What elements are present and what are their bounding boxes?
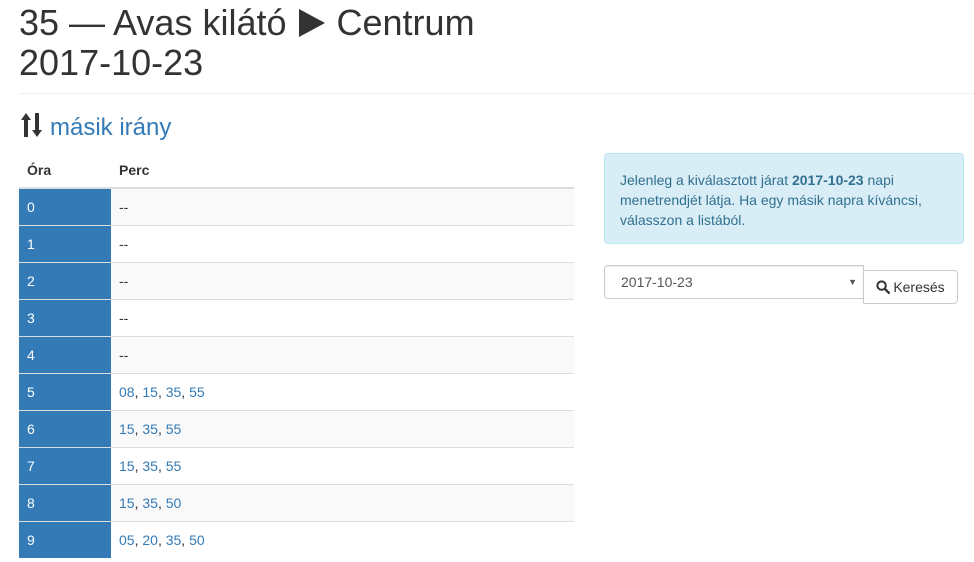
chevron-down-icon: ▼: [848, 277, 857, 287]
departure-minute-link[interactable]: 35: [142, 421, 158, 437]
hour-cell: 1: [19, 224, 111, 262]
minutes-cell: 05, 20, 35, 50: [111, 520, 574, 558]
hour-cell: 7: [19, 446, 111, 484]
search-icon: [876, 280, 891, 295]
no-departures-marker: --: [119, 235, 129, 252]
departure-minute-link[interactable]: 35: [166, 532, 182, 548]
minutes-cell: --: [111, 261, 574, 299]
header-divider: [19, 93, 974, 94]
hour-cell: 2: [19, 261, 111, 299]
hour-cell: 9: [19, 520, 111, 558]
table-row: 0 --: [19, 187, 574, 225]
departure-minute-link[interactable]: 35: [142, 458, 158, 474]
title-route-to: Centrum: [336, 2, 475, 43]
table-row: 7 15, 35, 55: [19, 446, 574, 484]
play-icon: [298, 9, 325, 37]
minute-column-header: Perc: [111, 153, 574, 189]
search-button[interactable]: Keresés: [863, 270, 958, 304]
departure-minute-link[interactable]: 15: [119, 458, 135, 474]
timetable-header-row: Óra Perc: [19, 153, 574, 189]
departure-minute-link[interactable]: 50: [166, 495, 182, 511]
other-direction-link[interactable]: másik irány: [50, 114, 171, 141]
hour-cell: 6: [19, 409, 111, 447]
departure-minute-link[interactable]: 15: [119, 421, 135, 437]
departure-minute-link[interactable]: 15: [142, 384, 158, 400]
hour-column-header: Óra: [19, 153, 111, 189]
page: 35 — Avas kilátó Centrum 2017-10-23 mási…: [0, 0, 974, 562]
date-select[interactable]: 2017-10-23 ▼: [604, 265, 864, 299]
table-row: 1 --: [19, 224, 574, 262]
info-text-before: Jelenleg a kiválasztott járat: [620, 172, 792, 188]
departure-minute-link[interactable]: 20: [142, 532, 158, 548]
timetable: Óra Perc 0 -- 1 -- 2 -- 3 -- 4 -- 5 08, 15, 35, 55 6…: [19, 153, 574, 558]
departure-minute-link[interactable]: 55: [166, 421, 182, 437]
no-departures-marker: --: [119, 272, 129, 289]
minutes-cell: --: [111, 298, 574, 336]
table-row: 5 08, 15, 35, 55: [19, 372, 574, 410]
table-row: 9 05, 20, 35, 50: [19, 520, 574, 558]
no-departures-marker: --: [119, 346, 129, 363]
no-departures-marker: --: [119, 198, 129, 215]
title-route-from: 35 — Avas kilátó: [19, 2, 287, 43]
title-route-line: 35 — Avas kilátó Centrum: [19, 3, 475, 43]
table-row: 8 15, 35, 50: [19, 483, 574, 521]
minutes-cell: --: [111, 335, 574, 373]
departure-minute-link[interactable]: 05: [119, 532, 135, 548]
no-departures-marker: --: [119, 309, 129, 326]
minutes-cell: 15, 35, 55: [111, 446, 574, 484]
minutes-cell: --: [111, 224, 574, 262]
departure-minute-link[interactable]: 35: [142, 495, 158, 511]
departure-minute-link[interactable]: 50: [189, 532, 205, 548]
hour-cell: 5: [19, 372, 111, 410]
hour-cell: 3: [19, 298, 111, 336]
table-row: 3 --: [19, 298, 574, 336]
hour-cell: 4: [19, 335, 111, 373]
table-row: 2 --: [19, 261, 574, 299]
search-button-label: Keresés: [893, 279, 945, 295]
departure-minute-link[interactable]: 55: [189, 384, 205, 400]
departure-minute-link[interactable]: 08: [119, 384, 135, 400]
minutes-cell: 15, 35, 55: [111, 409, 574, 447]
title-date: 2017-10-23: [19, 42, 204, 83]
date-select-value: 2017-10-23: [621, 274, 693, 290]
direction-switch: másik irány: [19, 112, 171, 143]
page-title: 35 — Avas kilátó Centrum 2017-10-23: [19, 3, 475, 83]
table-row: 4 --: [19, 335, 574, 373]
table-row: 6 15, 35, 55: [19, 409, 574, 447]
minutes-cell: 08, 15, 35, 55: [111, 372, 574, 410]
minutes-cell: 15, 35, 50: [111, 483, 574, 521]
info-date: 2017-10-23: [791, 172, 864, 188]
timetable-body: 0 -- 1 -- 2 -- 3 -- 4 -- 5 08, 15, 35, 55 6 15, 35, 5…: [19, 187, 574, 558]
departure-minute-link[interactable]: 15: [119, 495, 135, 511]
info-alert: Jelenleg a kiválasztott járat 2017-10-23…: [604, 153, 964, 244]
hour-cell: 0: [19, 187, 111, 225]
hour-cell: 8: [19, 483, 111, 521]
sort-arrows-icon: [21, 113, 42, 137]
minutes-cell: --: [111, 187, 574, 225]
departure-minute-link[interactable]: 35: [166, 384, 182, 400]
departure-minute-link[interactable]: 55: [166, 458, 182, 474]
